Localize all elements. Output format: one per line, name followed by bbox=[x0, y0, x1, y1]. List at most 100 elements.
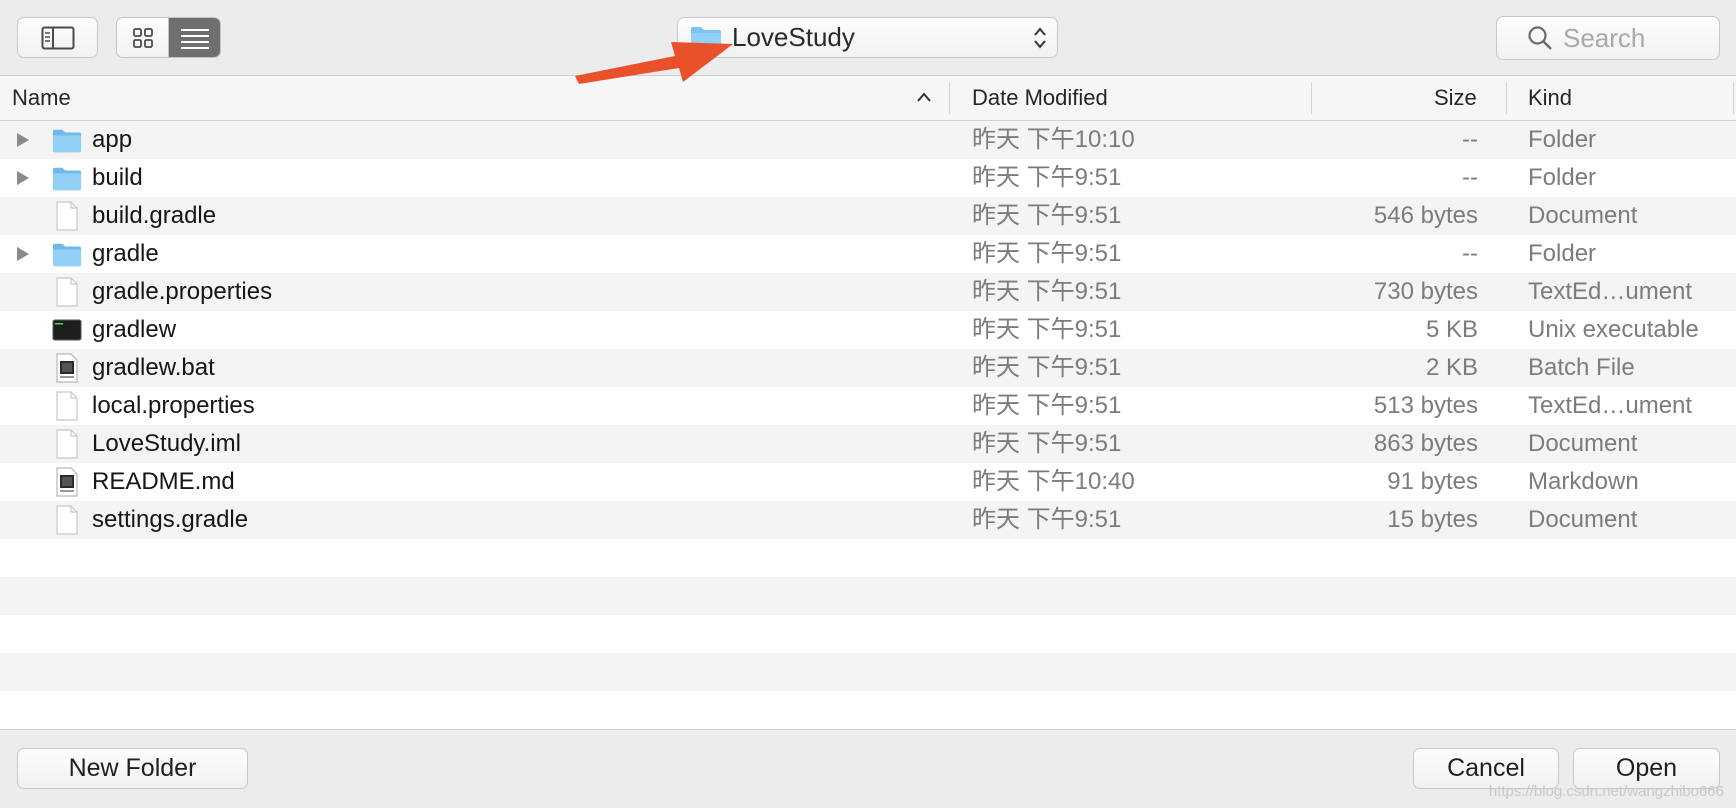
file-name: gradle bbox=[92, 240, 159, 267]
column-divider[interactable] bbox=[1506, 82, 1507, 114]
document-icon bbox=[56, 277, 78, 307]
toolbar: LoveStudy Search bbox=[0, 0, 1736, 76]
file-name: README.md bbox=[92, 468, 235, 495]
file-name: LoveStudy.iml bbox=[92, 430, 241, 457]
file-date: 昨天 下午9:51 bbox=[972, 430, 1122, 457]
file-kind: Batch File bbox=[1528, 354, 1635, 381]
file-date: 昨天 下午9:51 bbox=[972, 164, 1122, 191]
column-date-header[interactable]: Date Modified bbox=[972, 76, 1108, 120]
document-icon bbox=[56, 429, 78, 459]
folder-icon bbox=[52, 243, 82, 267]
file-name: settings.gradle bbox=[92, 506, 249, 533]
file-kind: Document bbox=[1528, 430, 1638, 457]
icon-view-button[interactable] bbox=[117, 18, 169, 57]
batch-file-icon bbox=[56, 353, 78, 383]
file-date: 昨天 下午10:40 bbox=[972, 468, 1135, 495]
document-icon bbox=[56, 505, 78, 535]
file-size: -- bbox=[1462, 126, 1478, 153]
file-kind: Unix executable bbox=[1528, 316, 1699, 343]
grid-icon bbox=[132, 27, 153, 48]
file-size: 15 bytes bbox=[1387, 506, 1478, 533]
file-date: 昨天 下午9:51 bbox=[972, 278, 1122, 305]
file-name: gradlew.bat bbox=[92, 354, 215, 381]
empty-row bbox=[0, 653, 1736, 691]
file-kind: TextEd…ument bbox=[1528, 278, 1693, 305]
annotation-arrow bbox=[575, 42, 733, 84]
search-placeholder: Search bbox=[1563, 22, 1646, 53]
file-size: 546 bytes bbox=[1373, 202, 1478, 229]
file-date: 昨天 下午9:51 bbox=[972, 392, 1122, 419]
file-size: -- bbox=[1462, 240, 1478, 267]
file-date: 昨天 下午10:10 bbox=[972, 126, 1135, 153]
file-name: build bbox=[92, 164, 143, 191]
list-view-button[interactable] bbox=[169, 18, 220, 57]
file-row[interactable]: README.md 昨天 下午10:40 91 bytes Markdown bbox=[0, 463, 1736, 501]
file-size: 863 bytes bbox=[1373, 430, 1478, 457]
new-folder-button[interactable]: New Folder bbox=[17, 748, 248, 789]
disclosure-triangle-icon[interactable] bbox=[16, 246, 30, 262]
file-size: 5 KB bbox=[1425, 316, 1478, 343]
folder-icon bbox=[52, 129, 82, 153]
file-kind: Document bbox=[1528, 506, 1638, 533]
folder-icon bbox=[52, 167, 82, 191]
column-header: Name Date Modified Size Kind bbox=[0, 76, 1736, 121]
column-name-header[interactable]: Name bbox=[12, 76, 71, 120]
file-size: 730 bytes bbox=[1373, 278, 1478, 305]
file-row[interactable]: local.properties 昨天 下午9:51 513 bytes TextEd… bbox=[0, 387, 1736, 425]
file-row[interactable]: build 昨天 下午9:51 -- Folder bbox=[0, 159, 1736, 197]
column-size-header[interactable]: Size bbox=[1434, 76, 1477, 120]
file-kind: Folder bbox=[1528, 240, 1597, 267]
empty-row bbox=[0, 539, 1736, 577]
file-name: local.properties bbox=[92, 392, 255, 419]
sort-ascending-icon[interactable] bbox=[917, 92, 931, 102]
file-row[interactable]: app 昨天 下午10:10 -- Folder bbox=[0, 121, 1736, 159]
toggle-sidebar-button[interactable] bbox=[17, 17, 98, 58]
file-date: 昨天 下午9:51 bbox=[972, 202, 1122, 229]
document-icon bbox=[56, 201, 78, 231]
file-date: 昨天 下午9:51 bbox=[972, 354, 1122, 381]
markdown-file-icon bbox=[56, 467, 78, 497]
file-date: 昨天 下午9:51 bbox=[972, 240, 1122, 267]
file-row[interactable]: build.gradle 昨天 下午9:51 546 bytes Document bbox=[0, 197, 1736, 235]
disclosure-triangle-icon[interactable] bbox=[16, 170, 30, 186]
file-kind: Markdown bbox=[1528, 468, 1639, 495]
column-divider[interactable] bbox=[1311, 82, 1312, 114]
file-row[interactable]: settings.gradle 昨天 下午9:51 15 bytes Document bbox=[0, 501, 1736, 539]
search-field[interactable]: Search bbox=[1496, 16, 1720, 60]
file-row[interactable]: gradlew 昨天 下午9:51 5 KB Unix executable bbox=[0, 311, 1736, 349]
file-row[interactable]: LoveStudy.iml 昨天 下午9:51 863 bytes Document bbox=[0, 425, 1736, 463]
file-row[interactable]: gradlew.bat 昨天 下午9:51 2 KB Batch File bbox=[0, 349, 1736, 387]
chevron-up-down-icon bbox=[1034, 27, 1046, 49]
file-name: build.gradle bbox=[92, 202, 217, 229]
file-kind: Folder bbox=[1528, 164, 1597, 191]
document-icon bbox=[56, 391, 78, 421]
search-icon bbox=[1528, 26, 1552, 50]
file-size: 513 bytes bbox=[1373, 392, 1478, 419]
list-icon bbox=[180, 28, 209, 49]
empty-row bbox=[0, 615, 1736, 653]
file-kind: Document bbox=[1528, 202, 1638, 229]
terminal-icon bbox=[52, 319, 82, 341]
file-name: gradle.properties bbox=[92, 278, 273, 305]
column-divider[interactable] bbox=[1733, 82, 1734, 114]
empty-row bbox=[0, 577, 1736, 615]
sidebar-icon bbox=[41, 26, 74, 49]
view-mode-control bbox=[116, 17, 221, 58]
file-kind: TextEd…ument bbox=[1528, 392, 1693, 419]
file-size: 2 KB bbox=[1425, 354, 1478, 381]
file-date: 昨天 下午9:51 bbox=[972, 316, 1122, 343]
file-row[interactable]: gradle 昨天 下午9:51 -- Folder bbox=[0, 235, 1736, 273]
disclosure-triangle-icon[interactable] bbox=[16, 132, 30, 148]
file-size: 91 bytes bbox=[1387, 468, 1478, 495]
file-row[interactable]: gradle.properties 昨天 下午9:51 730 bytes TextE… bbox=[0, 273, 1736, 311]
file-date: 昨天 下午9:51 bbox=[972, 506, 1122, 533]
file-kind: Folder bbox=[1528, 126, 1597, 153]
column-divider[interactable] bbox=[949, 82, 950, 114]
location-label: LoveStudy bbox=[732, 22, 855, 52]
file-list: app 昨天 下午10:10 -- Folder build 昨天 下午9:51 -- Fol… bbox=[0, 121, 1736, 730]
file-size: -- bbox=[1462, 164, 1478, 191]
empty-row bbox=[0, 691, 1736, 729]
dialog-footer: New Folder Cancel Open https://blog.csdn… bbox=[0, 730, 1736, 808]
column-kind-header[interactable]: Kind bbox=[1528, 76, 1572, 120]
file-name: gradlew bbox=[92, 316, 177, 343]
